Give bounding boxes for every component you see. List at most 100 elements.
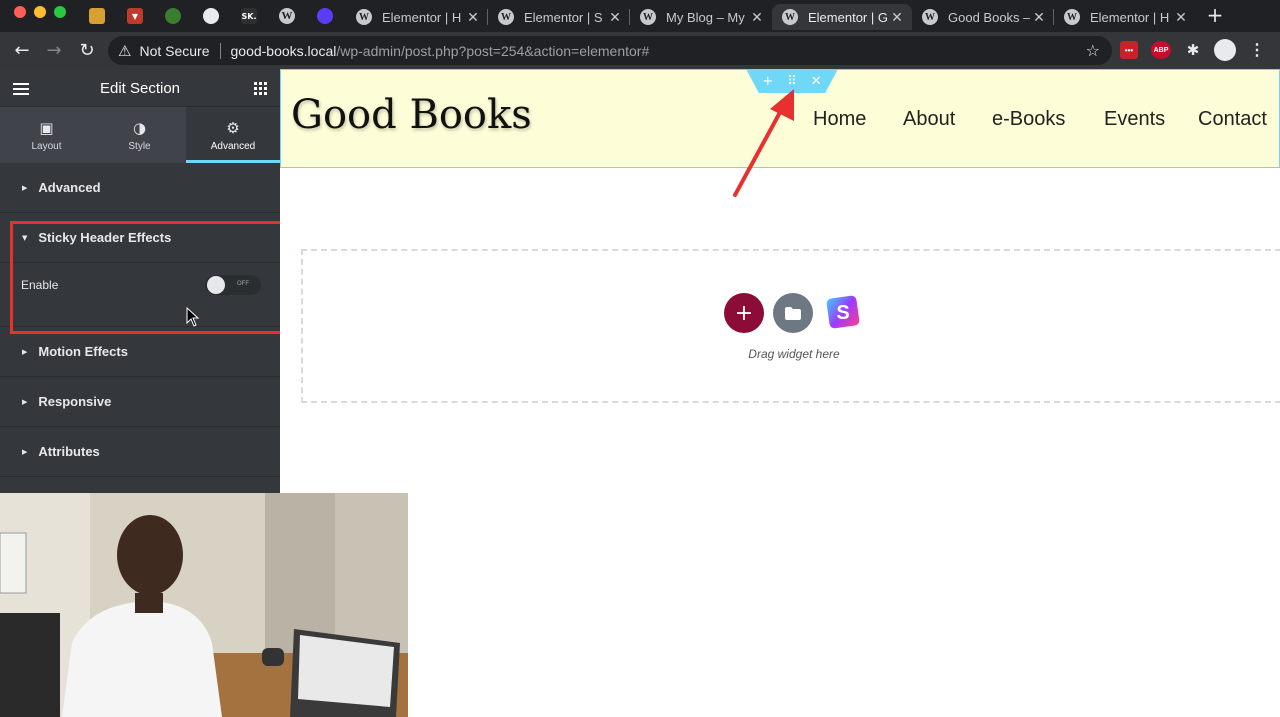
close-tab-icon[interactable]: ✕ <box>464 9 482 26</box>
circle-app-icon <box>317 8 333 24</box>
tab-style[interactable]: ◑ Style <box>93 107 186 163</box>
wordpress-icon: W <box>782 9 798 25</box>
menu-kebab-icon[interactable]: ⋮ <box>1249 41 1265 59</box>
tab-title: My Blog – My <box>666 9 745 25</box>
lastpass-extension[interactable]: ••• <box>1120 41 1138 59</box>
folder-icon <box>785 306 801 320</box>
sticky-header-effects-group: ▼ Sticky Header Effects Enable OFF <box>0 213 280 327</box>
tab-layout[interactable]: ▣ Layout <box>0 107 93 163</box>
bookmark-star-icon[interactable]: ☆ <box>1086 41 1100 60</box>
layout-icon: ▣ <box>39 118 54 137</box>
close-window-button[interactable] <box>14 6 26 18</box>
browser-tab[interactable]: W Elementor | S ✕ <box>488 4 630 30</box>
nav-events[interactable]: Events <box>1104 108 1165 131</box>
section-advanced[interactable]: ▶ Advanced <box>0 163 280 213</box>
browser-tab[interactable]: W Good Books – ✕ <box>912 4 1054 30</box>
panel-tabs: ▣ Layout ◑ Style ⚙ Advanced <box>0 107 280 163</box>
warning-icon: ⚠ <box>118 41 132 60</box>
section-responsive[interactable]: ▶ Responsive <box>0 377 280 427</box>
back-button[interactable]: ← <box>10 39 34 61</box>
section-label: Responsive <box>38 394 112 409</box>
pinned-tab[interactable] <box>84 4 110 28</box>
enable-label: Enable <box>21 278 59 292</box>
tab-title: Elementor | H <box>1090 9 1170 25</box>
wordpress-icon: W <box>1064 9 1080 25</box>
todoist-icon: ▼ <box>127 8 143 24</box>
pinned-tab[interactable]: W <box>274 4 300 28</box>
green-app-icon <box>165 8 181 24</box>
section-sticky-header-effects[interactable]: ▼ Sticky Header Effects <box>0 213 280 263</box>
puzzle-extension-icon[interactable]: ✱ <box>1184 41 1202 59</box>
caret-down-icon: ▼ <box>22 233 28 242</box>
webcam-overlay <box>0 493 408 717</box>
gear-icon: ⚙ <box>226 118 240 137</box>
sk-icon: SK. <box>241 8 257 24</box>
section-attributes[interactable]: ▶ Attributes <box>0 427 280 477</box>
wordpress-icon: W <box>922 9 938 25</box>
tab-title: Elementor | H <box>382 9 462 25</box>
security-label[interactable]: Not Secure <box>139 43 209 59</box>
pinned-tab[interactable] <box>198 4 224 28</box>
caret-right-icon: ▶ <box>22 397 28 406</box>
close-tab-icon[interactable]: ✕ <box>606 9 624 26</box>
pinned-tab[interactable] <box>312 4 338 28</box>
browser-tab[interactable]: W Elementor | H ✕ <box>346 4 488 30</box>
panel-title: Edit Section <box>99 80 181 97</box>
tab-advanced[interactable]: ⚙ Advanced <box>186 107 280 163</box>
adblock-extension[interactable]: ABP <box>1151 41 1171 59</box>
notes-icon <box>89 8 105 24</box>
browser-tab[interactable]: W My Blog – My ✕ <box>630 4 772 30</box>
add-widget-button[interactable]: + <box>724 293 764 333</box>
browser-toolbar: ← → ↻ ⚠ Not Secure good-books.local/wp-a… <box>0 32 1280 69</box>
address-bar[interactable]: ⚠ Not Secure good-books.local/wp-admin/p… <box>108 36 1112 65</box>
nav-about[interactable]: About <box>903 108 955 131</box>
mouse-cursor <box>186 307 200 327</box>
toggle-knob <box>207 276 225 294</box>
section-motion-effects[interactable]: ▶ Motion Effects <box>0 327 280 377</box>
teal-app-icon <box>203 8 219 24</box>
delete-section-icon[interactable]: ✕ <box>811 74 822 89</box>
widget-drop-zone[interactable]: + S Drag widget here <box>301 249 1280 403</box>
reload-button[interactable]: ↻ <box>75 39 99 61</box>
style-icon: ◑ <box>132 118 147 137</box>
caret-right-icon: ▶ <box>22 183 28 192</box>
tab-title: Good Books – <box>948 9 1030 25</box>
close-tab-icon[interactable]: ✕ <box>748 9 766 26</box>
tab-label: Advanced <box>210 140 256 152</box>
new-tab-button[interactable]: + <box>1205 3 1225 27</box>
pinned-tab[interactable]: ▼ <box>122 4 148 28</box>
url-path: /wp-admin/post.php?post=254&action=eleme… <box>336 42 650 59</box>
panel-header: Edit Section <box>0 69 280 107</box>
starter-templates-icon[interactable]: S <box>824 293 862 331</box>
pinned-tab[interactable]: SK. <box>236 4 262 28</box>
close-tab-icon[interactable]: ✕ <box>1172 9 1190 26</box>
template-library-button[interactable] <box>773 293 813 333</box>
section-label: Sticky Header Effects <box>38 230 172 245</box>
minimize-window-button[interactable] <box>34 6 46 18</box>
forward-button[interactable]: → <box>42 39 66 61</box>
svg-text:S: S <box>836 302 849 324</box>
wordpress-icon: W <box>279 8 295 24</box>
browser-tab-active[interactable]: W Elementor | G ✕ <box>772 4 912 30</box>
elementor-panel: Edit Section ▣ Layout ◑ Style ⚙ Advanced ▶ A… <box>0 69 280 493</box>
nav-contact[interactable]: Contact <box>1198 108 1267 131</box>
browser-tab-bar: ▼ SK. W W Elementor | H ✕ W Elementor | S ✕ … <box>0 0 1280 32</box>
nav-home[interactable]: Home <box>813 108 866 131</box>
close-tab-icon[interactable]: ✕ <box>1030 9 1048 26</box>
pinned-tab[interactable] <box>160 4 186 28</box>
widgets-grid-icon[interactable] <box>254 82 267 95</box>
close-tab-icon[interactable]: ✕ <box>888 9 906 26</box>
enable-toggle[interactable]: OFF <box>205 275 261 295</box>
enable-control-row: Enable OFF <box>0 265 280 305</box>
annotation-arrow <box>733 89 794 197</box>
nav-ebooks[interactable]: e-Books <box>992 108 1065 131</box>
toggle-state-label: OFF <box>237 281 249 287</box>
maximize-window-button[interactable] <box>54 6 66 18</box>
section-label: Attributes <box>38 444 100 459</box>
url-host: good-books.local <box>230 42 337 59</box>
browser-tab[interactable]: W Elementor | H ✕ <box>1054 4 1196 30</box>
tab-title: Elementor | S <box>524 9 603 25</box>
site-title[interactable]: Good Books <box>291 92 532 138</box>
profile-avatar[interactable] <box>1214 39 1236 61</box>
drag-widget-hint: Drag widget here <box>748 347 840 361</box>
